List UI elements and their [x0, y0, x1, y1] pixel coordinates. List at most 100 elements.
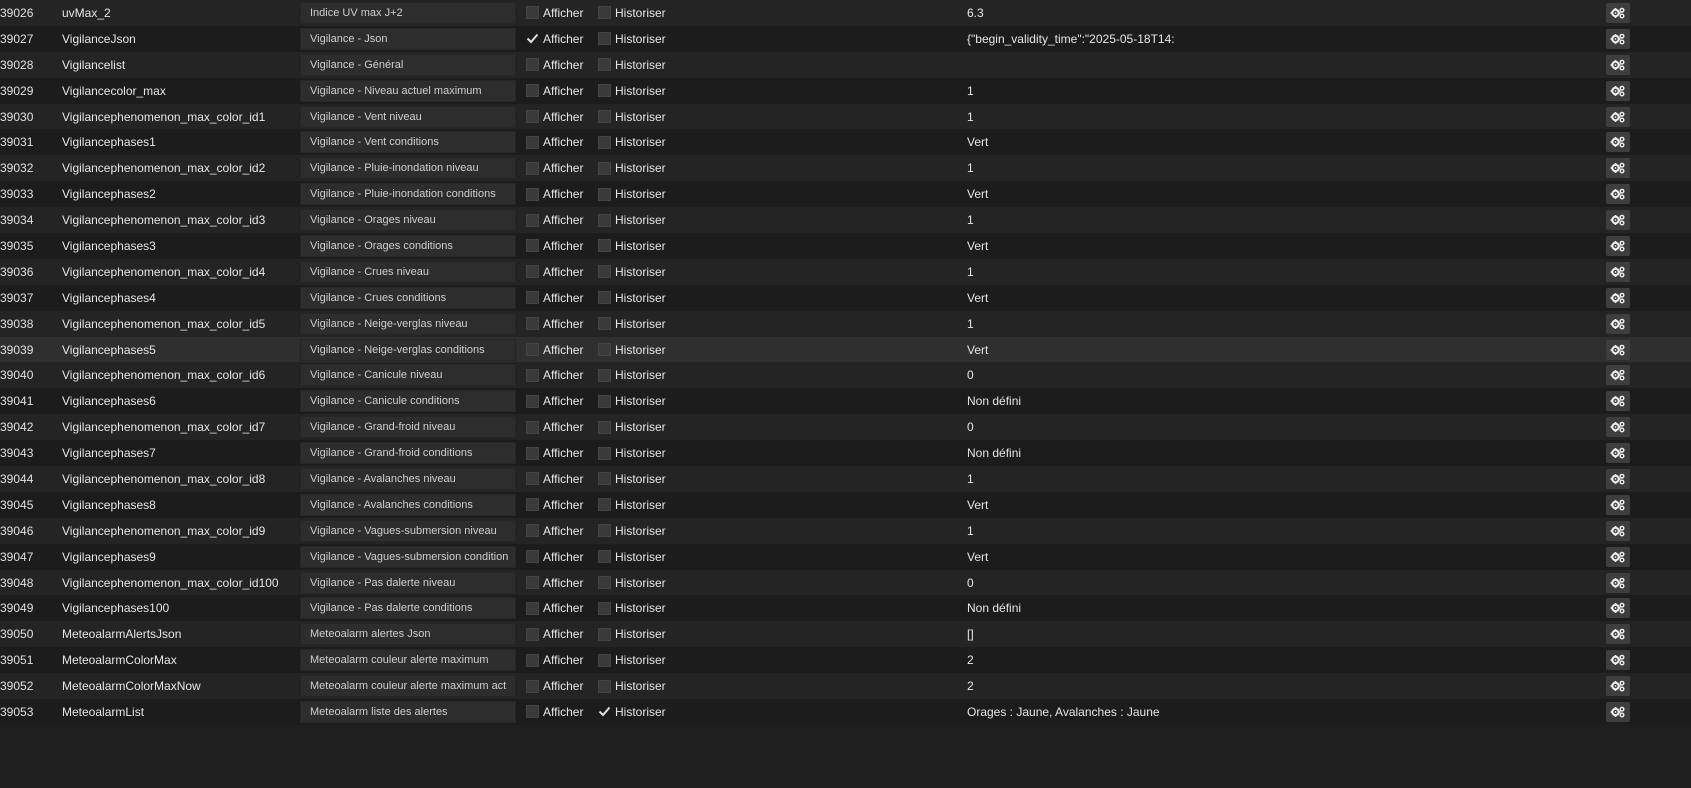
command-name-input[interactable]: Vigilance - Pas dalerte niveau: [300, 571, 516, 594]
configure-button[interactable]: [1606, 313, 1630, 334]
historiser-checkbox[interactable]: [598, 6, 611, 20]
configure-button[interactable]: [1606, 28, 1630, 49]
command-name-input[interactable]: Vigilance - Orages conditions: [300, 234, 516, 257]
afficher-checkbox[interactable]: [526, 498, 539, 512]
configure-button[interactable]: [1606, 54, 1630, 75]
afficher-checkbox[interactable]: [526, 110, 539, 123]
configure-button[interactable]: [1606, 2, 1630, 23]
command-name-input[interactable]: Vigilance - Neige-verglas niveau: [300, 312, 516, 335]
configure-button[interactable]: [1606, 468, 1630, 489]
configure-button[interactable]: [1606, 676, 1630, 697]
historiser-checkbox[interactable]: [598, 601, 611, 615]
configure-button[interactable]: [1606, 184, 1630, 205]
configure-button[interactable]: [1606, 417, 1630, 438]
configure-button[interactable]: [1606, 365, 1630, 386]
configure-button[interactable]: [1606, 339, 1630, 360]
historiser-checkbox[interactable]: [598, 239, 611, 253]
afficher-checkbox[interactable]: [526, 472, 539, 486]
afficher-checkbox[interactable]: [526, 187, 539, 201]
historiser-checkbox[interactable]: [598, 394, 611, 408]
afficher-checkbox[interactable]: [526, 576, 539, 590]
historiser-checkbox[interactable]: [598, 265, 611, 279]
configure-button[interactable]: [1606, 546, 1630, 567]
afficher-checkbox[interactable]: [526, 58, 539, 72]
historiser-checkbox[interactable]: [598, 135, 611, 149]
command-name-input[interactable]: Meteoalarm alertes Json: [300, 623, 516, 646]
afficher-checkbox[interactable]: [526, 265, 539, 279]
historiser-checkbox[interactable]: [598, 58, 611, 72]
command-name-input[interactable]: Indice UV max J+2: [300, 1, 516, 24]
afficher-checkbox[interactable]: [526, 524, 539, 538]
command-name-input[interactable]: Vigilance - Pluie-inondation niveau: [300, 157, 516, 180]
command-name-input[interactable]: Vigilance - Niveau actuel maximum: [300, 79, 516, 102]
configure-button[interactable]: [1606, 158, 1630, 179]
historiser-checkbox[interactable]: [598, 291, 611, 305]
historiser-checkbox[interactable]: [598, 498, 611, 512]
command-name-input[interactable]: Vigilance - Général: [300, 53, 516, 76]
afficher-checkbox[interactable]: [526, 291, 539, 305]
configure-button[interactable]: [1606, 494, 1630, 515]
afficher-checkbox[interactable]: [526, 679, 539, 693]
command-name-input[interactable]: Vigilance - Neige-verglas conditions: [300, 338, 516, 361]
configure-button[interactable]: [1606, 80, 1630, 101]
afficher-checkbox[interactable]: [526, 239, 539, 253]
historiser-checkbox[interactable]: [598, 627, 611, 641]
historiser-checkbox[interactable]: [598, 705, 611, 718]
command-name-input[interactable]: Vigilance - Avalanches conditions: [300, 493, 516, 516]
historiser-checkbox[interactable]: [598, 110, 611, 123]
configure-button[interactable]: [1606, 520, 1630, 541]
command-name-input[interactable]: Vigilance - Vagues-submersion condition: [300, 545, 516, 568]
command-name-input[interactable]: Meteoalarm couleur alerte maximum: [300, 649, 516, 672]
command-name-input[interactable]: Meteoalarm couleur alerte maximum act: [300, 675, 516, 698]
historiser-checkbox[interactable]: [598, 653, 611, 667]
afficher-checkbox[interactable]: [526, 627, 539, 641]
afficher-checkbox[interactable]: [526, 135, 539, 149]
command-name-input[interactable]: Vigilance - Avalanches niveau: [300, 467, 516, 490]
command-name-input[interactable]: Vigilance - Pas dalerte conditions: [300, 597, 516, 620]
configure-button[interactable]: [1606, 106, 1630, 127]
configure-button[interactable]: [1606, 443, 1630, 464]
afficher-checkbox[interactable]: [526, 6, 539, 20]
historiser-checkbox[interactable]: [598, 550, 611, 564]
command-name-input[interactable]: Meteoalarm liste des alertes: [300, 700, 516, 723]
afficher-checkbox[interactable]: [526, 394, 539, 408]
historiser-checkbox[interactable]: [598, 679, 611, 693]
historiser-checkbox[interactable]: [598, 84, 611, 98]
configure-button[interactable]: [1606, 132, 1630, 153]
command-name-input[interactable]: Vigilance - Grand-froid conditions: [300, 442, 516, 465]
command-name-input[interactable]: Vigilance - Pluie-inondation conditions: [300, 183, 516, 206]
afficher-checkbox[interactable]: [526, 705, 539, 719]
command-name-input[interactable]: Vigilance - Vagues-submersion niveau: [300, 519, 516, 542]
afficher-checkbox[interactable]: [526, 601, 539, 615]
configure-button[interactable]: [1606, 572, 1630, 593]
historiser-checkbox[interactable]: [598, 524, 611, 538]
afficher-checkbox[interactable]: [526, 161, 539, 175]
configure-button[interactable]: [1606, 210, 1630, 231]
configure-button[interactable]: [1606, 624, 1630, 645]
afficher-checkbox[interactable]: [526, 420, 539, 434]
afficher-checkbox[interactable]: [526, 343, 539, 357]
configure-button[interactable]: [1606, 391, 1630, 412]
command-name-input[interactable]: Vigilance - Grand-froid niveau: [300, 416, 516, 439]
command-name-input[interactable]: Vigilance - Vent conditions: [300, 131, 516, 154]
historiser-checkbox[interactable]: [598, 213, 611, 227]
command-name-input[interactable]: Vigilance - Json: [300, 27, 516, 50]
historiser-checkbox[interactable]: [598, 317, 611, 331]
afficher-checkbox[interactable]: [526, 317, 539, 331]
configure-button[interactable]: [1606, 701, 1630, 722]
afficher-checkbox[interactable]: [526, 446, 539, 460]
command-name-input[interactable]: Vigilance - Vent niveau: [300, 105, 516, 128]
afficher-checkbox[interactable]: [526, 32, 539, 45]
configure-button[interactable]: [1606, 650, 1630, 671]
configure-button[interactable]: [1606, 235, 1630, 256]
command-name-input[interactable]: Vigilance - Crues niveau: [300, 260, 516, 283]
command-name-input[interactable]: Vigilance - Crues conditions: [300, 286, 516, 309]
afficher-checkbox[interactable]: [526, 653, 539, 667]
command-name-input[interactable]: Vigilance - Orages niveau: [300, 209, 516, 232]
historiser-checkbox[interactable]: [598, 161, 611, 175]
historiser-checkbox[interactable]: [598, 187, 611, 201]
command-name-input[interactable]: Vigilance - Canicule conditions: [300, 390, 516, 413]
historiser-checkbox[interactable]: [598, 368, 611, 382]
command-name-input[interactable]: Vigilance - Canicule niveau: [300, 364, 516, 387]
configure-button[interactable]: [1606, 598, 1630, 619]
